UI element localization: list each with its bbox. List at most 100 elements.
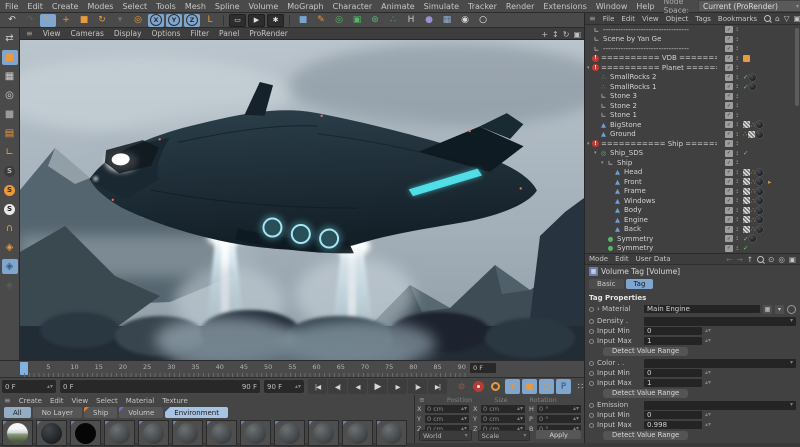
node-space-dropdown[interactable]: Current (ProRender) ▾ xyxy=(697,0,800,12)
visibility-dots[interactable]: : xyxy=(736,159,738,166)
panel-icon[interactable]: ▣ xyxy=(789,255,796,264)
om-menu-bookmarks[interactable]: Bookmarks xyxy=(718,15,757,23)
menu-simulate[interactable]: Simulate xyxy=(424,2,459,11)
workplane-mode-tool[interactable]: ◎ xyxy=(2,88,18,103)
material-rock-8[interactable] xyxy=(342,420,373,446)
menu-spline[interactable]: Spline xyxy=(215,2,240,11)
material-black[interactable] xyxy=(70,420,101,446)
animation-dot-icon[interactable] xyxy=(589,370,594,376)
material-environment[interactable] xyxy=(2,420,33,446)
object-row[interactable]: ▲ BigStone ✓: ∴ xyxy=(585,120,800,130)
visibility-dots[interactable]: : xyxy=(736,197,738,204)
param-value-field[interactable]: 1 xyxy=(644,379,702,387)
material-rock-1[interactable] xyxy=(104,420,135,446)
object-row[interactable]: ▲ Front ✓: ∴ ▸ xyxy=(585,177,800,187)
coordinate-system-toggle[interactable]: L xyxy=(202,14,218,27)
visibility-dots[interactable]: : xyxy=(736,93,738,100)
undo-icon[interactable]: ↶ xyxy=(4,14,20,27)
viewport-menu-view[interactable]: View xyxy=(43,29,61,38)
render-picture-viewer-button[interactable]: ▶ xyxy=(248,13,265,27)
param-value-field[interactable]: 1 xyxy=(644,337,702,345)
object-row[interactable]: ▲ Head ✓: ∴ xyxy=(585,168,800,178)
layer-tab-environment[interactable]: Environment xyxy=(165,407,228,418)
deformers-menu[interactable]: ⊛ xyxy=(367,14,383,27)
search-icon[interactable] xyxy=(757,255,765,263)
texture-mode-tool[interactable]: ▦ xyxy=(2,69,18,84)
texture-tag-icon[interactable] xyxy=(743,197,750,205)
object-row[interactable]: ▲ Windows ✓: ∴ xyxy=(585,196,800,206)
viewport-menu-display[interactable]: Display xyxy=(114,29,142,38)
texture-specks-tag-icon[interactable]: ∴ xyxy=(751,169,755,176)
enable-checkbox[interactable]: ✓ xyxy=(725,111,733,119)
enable-checkbox[interactable]: ✓ xyxy=(725,235,733,243)
model-mode-tool[interactable]: ■ xyxy=(1,50,18,65)
menu-mograph[interactable]: MoGraph xyxy=(287,2,323,11)
mograph-menu[interactable]: ∴ xyxy=(385,14,401,27)
panel-icon[interactable]: ▣ xyxy=(794,14,800,23)
menu-window[interactable]: Window xyxy=(596,2,628,11)
menu-extensions[interactable]: Extensions xyxy=(543,2,586,11)
enable-checkbox[interactable]: ✓ xyxy=(725,83,733,91)
enable-checkbox[interactable]: ✓ xyxy=(725,140,733,148)
visibility-dots[interactable]: : xyxy=(736,121,738,128)
z-axis-lock[interactable]: Z xyxy=(184,13,200,27)
check-tag-icon[interactable]: ✓ xyxy=(743,235,748,243)
material-link-field[interactable]: Main Engine xyxy=(644,305,760,313)
home-icon[interactable]: ⌂ xyxy=(775,14,780,23)
stepper-arrows-icon[interactable]: ▴▾ xyxy=(705,328,711,334)
texture-specks-tag-icon[interactable]: ∴ xyxy=(751,121,755,129)
toggle-view-icon[interactable]: ▣ xyxy=(573,30,581,39)
magnet-tool[interactable]: ∩ xyxy=(2,221,18,236)
enable-checkbox[interactable]: ✓ xyxy=(725,225,733,233)
texture-tag-icon[interactable] xyxy=(748,130,756,138)
param-dropdown[interactable]: ▾ xyxy=(644,400,796,410)
up-arrow-icon[interactable]: ↑ xyxy=(747,255,753,264)
range-end-field[interactable]: 90 F ▴▾ xyxy=(264,380,304,393)
floor-menu[interactable]: ▦ xyxy=(439,14,455,27)
coord-value-field[interactable]: 0 ° ▴▾ xyxy=(537,405,581,413)
space-dropdown[interactable]: World ▾ xyxy=(419,430,472,441)
locked-workplane-tool[interactable]: ◈ xyxy=(1,259,18,274)
material-tag-icon[interactable] xyxy=(756,197,764,205)
menu-help[interactable]: Help xyxy=(636,2,654,11)
menu-volume[interactable]: Volume xyxy=(249,2,279,11)
make-editable-tool[interactable]: ⇄ xyxy=(2,31,18,46)
menu-icon[interactable]: ≡ xyxy=(26,29,33,38)
light-menu[interactable]: ○ xyxy=(475,14,491,27)
texture-tag-icon[interactable] xyxy=(743,216,750,224)
coord-value-field[interactable]: 0 cm ▴▾ xyxy=(425,415,469,423)
visibility-dots[interactable]: : xyxy=(736,226,738,233)
animation-dot-icon[interactable] xyxy=(589,338,594,344)
go-to-start-button[interactable]: |◀ xyxy=(308,379,327,394)
object-row[interactable]: ▲ Ground ✓: ∴ xyxy=(585,130,800,140)
animation-dot-icon[interactable] xyxy=(589,306,594,312)
object-row[interactable]: ▲ Back ✓: ∴ xyxy=(585,225,800,235)
menu-file[interactable]: File xyxy=(5,2,18,11)
key-scale-button[interactable]: ■ xyxy=(522,379,537,394)
object-row[interactable]: ∴ SmallRocks 1 ✓: ✓ xyxy=(585,82,800,92)
param-value-field[interactable]: 0 xyxy=(644,411,702,419)
viewport-menu-filter[interactable]: Filter xyxy=(190,29,209,38)
param-dropdown[interactable]: ▾ xyxy=(644,316,796,326)
key-rotation-button[interactable]: ○ xyxy=(539,379,554,394)
om-menu-view[interactable]: View xyxy=(642,15,659,23)
autokey-button[interactable] xyxy=(488,379,503,394)
current-frame-field[interactable]: 0 F xyxy=(470,363,496,373)
visibility-dots[interactable]: : xyxy=(736,45,738,52)
back-arrow-icon[interactable]: ← xyxy=(726,255,732,264)
om-menu-object[interactable]: Object xyxy=(666,15,689,23)
key-parameter-button[interactable]: P xyxy=(556,379,571,394)
generators-menu[interactable]: ▣ xyxy=(349,14,365,27)
plane-tool[interactable]: ◈ xyxy=(2,278,18,293)
enable-checkbox[interactable]: ✓ xyxy=(725,149,733,157)
layer-tab-ship[interactable]: Ship xyxy=(83,407,118,418)
visibility-dots[interactable]: : xyxy=(736,169,738,176)
enable-checkbox[interactable]: ✓ xyxy=(725,244,733,252)
enable-checkbox[interactable]: ✓ xyxy=(725,130,733,138)
stepper-arrows-icon[interactable]: ▴▾ xyxy=(705,422,711,428)
layer-tab-all[interactable]: All xyxy=(4,407,31,418)
coord-value-field[interactable]: 0 cm ▴▾ xyxy=(425,405,469,413)
texture-specks-tag-icon[interactable]: ∴ xyxy=(751,226,755,233)
visibility-dots[interactable]: : xyxy=(736,64,738,71)
character-menu[interactable]: H xyxy=(403,14,419,27)
